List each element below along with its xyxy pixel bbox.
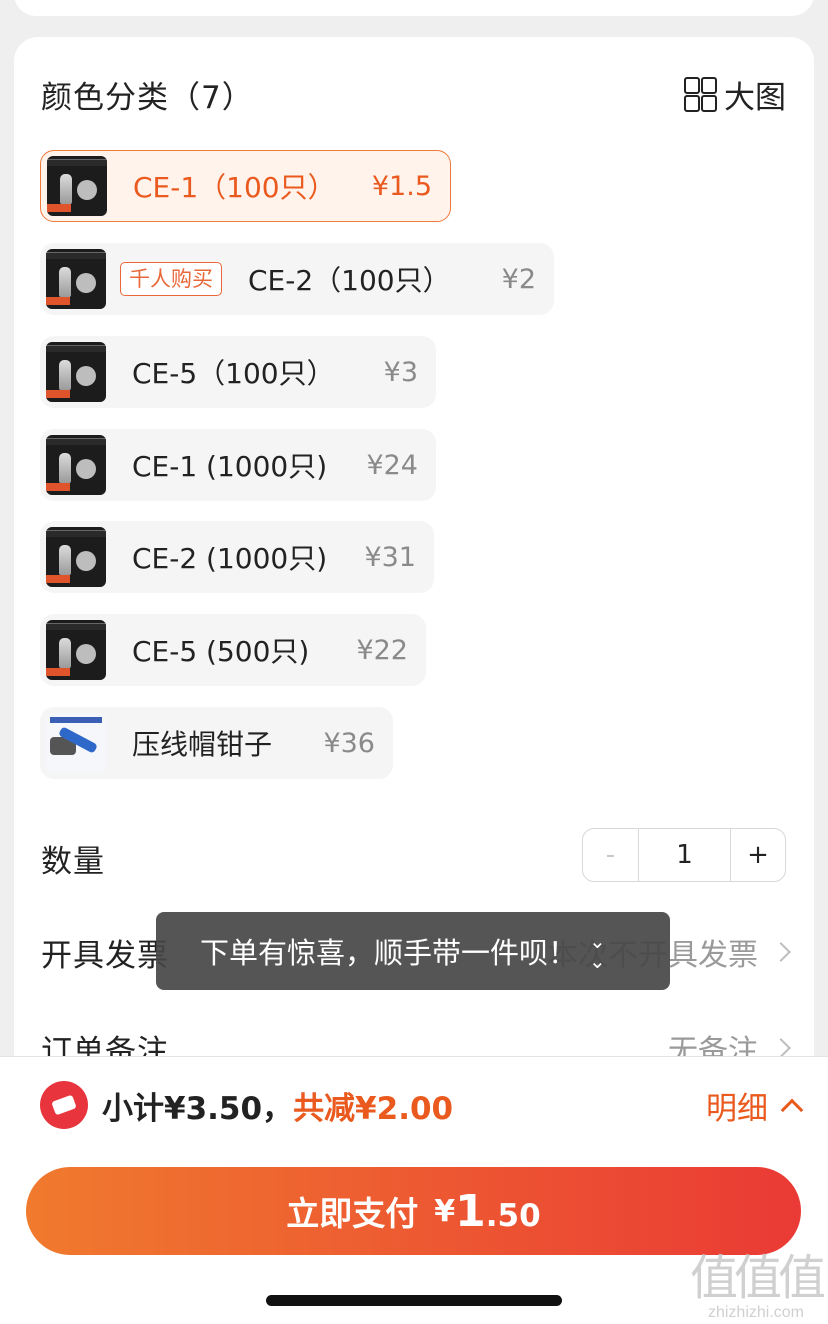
chevron-up-icon bbox=[780, 1098, 804, 1121]
variant-option-crimping-pliers[interactable]: 压线帽钳子 ¥36 bbox=[40, 707, 393, 779]
pay-now-button[interactable]: 立即支付 ¥ 1 .50 bbox=[26, 1167, 801, 1255]
pay-amount-dec: .50 bbox=[485, 1198, 541, 1234]
variant-thumbnail bbox=[46, 713, 106, 773]
variant-option-ce1-1000[interactable]: CE-1 (1000只) ¥24 bbox=[40, 429, 436, 501]
variant-label: CE-1（100只） bbox=[133, 171, 336, 204]
variant-option-ce2-100[interactable]: 千人购买 CE-2（100只） ¥2 bbox=[40, 243, 554, 315]
variant-thumbnail bbox=[46, 620, 106, 680]
home-indicator[interactable] bbox=[266, 1295, 562, 1306]
variant-price: ¥31 bbox=[364, 541, 416, 573]
variant-price: ¥24 bbox=[366, 449, 418, 481]
big-image-toggle-button[interactable]: 大图 bbox=[684, 74, 786, 116]
site-watermark: 值值值 zhizhizhi.com bbox=[689, 1238, 826, 1322]
variant-label: CE-2 (1000只) bbox=[132, 542, 328, 575]
variant-price: ¥3 bbox=[383, 356, 418, 388]
quantity-input[interactable]: 1 bbox=[639, 829, 730, 881]
variant-thumbnail bbox=[47, 156, 107, 216]
subtotal-text: 小计¥3.50， bbox=[102, 1091, 294, 1127]
promo-toast[interactable]: 下单有惊喜，顺手带一件呗！ ⌄ ⌄ bbox=[156, 912, 670, 990]
watermark-url: zhizhizhi.com bbox=[707, 1304, 804, 1321]
variant-label: CE-5 (500只) bbox=[132, 635, 310, 668]
toast-text: 下单有惊喜，顺手带一件呗！ bbox=[200, 936, 578, 970]
pay-amount-int: 1 bbox=[455, 1185, 486, 1237]
big-image-label: 大图 bbox=[724, 79, 786, 116]
chevron-right-icon bbox=[771, 1038, 791, 1058]
price-summary: 小计¥3.50，共减¥2.00 bbox=[102, 1083, 453, 1128]
variant-option-ce5-500[interactable]: CE-5 (500只) ¥22 bbox=[40, 614, 426, 686]
watermark-logo: 值值值 bbox=[689, 1250, 826, 1306]
price-detail-button[interactable]: 明细 bbox=[706, 1083, 804, 1128]
variant-thumbnail bbox=[46, 342, 106, 402]
decrement-button[interactable]: - bbox=[583, 829, 639, 881]
previous-card bbox=[14, 0, 814, 16]
pay-currency: ¥ bbox=[434, 1193, 456, 1229]
variants-title: 颜色分类（7） bbox=[41, 80, 254, 116]
variant-price: ¥1.5 bbox=[371, 170, 432, 202]
invoice-label: 开具发票 bbox=[41, 938, 169, 974]
variant-option-ce1-100[interactable]: CE-1（100只） ¥1.5 bbox=[40, 150, 451, 222]
detail-label: 明细 bbox=[706, 1091, 768, 1127]
variant-option-ce5-100[interactable]: CE-5（100只） ¥3 bbox=[40, 336, 436, 408]
variant-label: CE-5（100只） bbox=[132, 357, 335, 390]
variant-price: ¥36 bbox=[323, 727, 375, 759]
discount-text: 共减¥2.00 bbox=[293, 1091, 454, 1127]
variant-option-ce2-1000[interactable]: CE-2 (1000只) ¥31 bbox=[40, 521, 434, 593]
variant-thumbnail bbox=[46, 249, 106, 309]
double-chevron-down-icon: ⌄ ⌄ bbox=[589, 929, 606, 973]
quantity-label: 数量 bbox=[41, 844, 105, 880]
pay-label: 立即支付 bbox=[286, 1194, 419, 1233]
grid-view-icon bbox=[684, 77, 717, 112]
variant-price: ¥22 bbox=[356, 634, 408, 666]
popular-badge: 千人购买 bbox=[120, 262, 222, 296]
variant-price: ¥2 bbox=[501, 263, 536, 295]
variant-label: CE-2（100只） bbox=[248, 264, 451, 297]
coupon-icon bbox=[40, 1081, 88, 1129]
increment-button[interactable]: + bbox=[730, 829, 785, 881]
variant-label: 压线帽钳子 bbox=[132, 728, 273, 761]
variant-thumbnail bbox=[46, 527, 106, 587]
chevron-right-icon bbox=[771, 942, 791, 962]
variant-thumbnail bbox=[46, 435, 106, 495]
quantity-stepper: - 1 + bbox=[582, 828, 786, 882]
variant-label: CE-1 (1000只) bbox=[132, 450, 328, 483]
